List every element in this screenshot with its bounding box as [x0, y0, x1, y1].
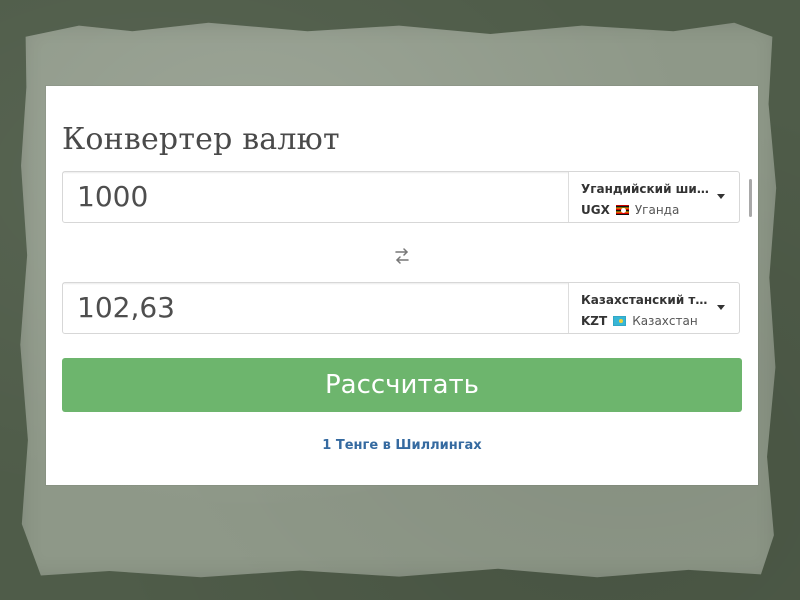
target-amount-input[interactable]: [63, 283, 568, 333]
source-country-name: Уганда: [634, 203, 680, 217]
target-country-name: Казахстан: [632, 314, 698, 328]
source-currency-row: Угандийский шилл... UGX Уганда: [62, 171, 740, 223]
target-currency-name: Казахстанский тенге: [581, 293, 709, 307]
uganda-flag-icon: [615, 205, 629, 215]
calculate-button[interactable]: Рассчитать: [62, 358, 742, 412]
rate-link[interactable]: 1 Тенге в Шиллингах: [46, 437, 758, 455]
swap-arrows-icon[interactable]: [392, 246, 412, 266]
source-currency-details: UGX Уганда: [581, 203, 727, 217]
currency-converter-card: Конвертер валют Угандийский шилл... UGX …: [46, 86, 758, 485]
scrollbar-thumb[interactable]: [749, 179, 752, 217]
kazakhstan-flag-icon: [613, 316, 627, 326]
source-currency-code: UGX: [581, 203, 610, 217]
source-currency-name: Угандийский шилл...: [581, 182, 709, 196]
chevron-down-icon: [717, 305, 725, 310]
target-currency-dropdown[interactable]: Казахстанский тенге KZT Казахстан: [569, 283, 739, 333]
target-currency-row: Казахстанский тенге KZT Казахстан: [62, 282, 740, 334]
target-currency-code: KZT: [581, 314, 608, 328]
target-currency-details: KZT Казахстан: [581, 314, 727, 328]
chevron-down-icon: [717, 194, 725, 199]
source-currency-dropdown[interactable]: Угандийский шилл... UGX Уганда: [569, 172, 739, 222]
page-title: Конвертер валют: [62, 122, 340, 157]
source-amount-input[interactable]: [63, 172, 568, 222]
